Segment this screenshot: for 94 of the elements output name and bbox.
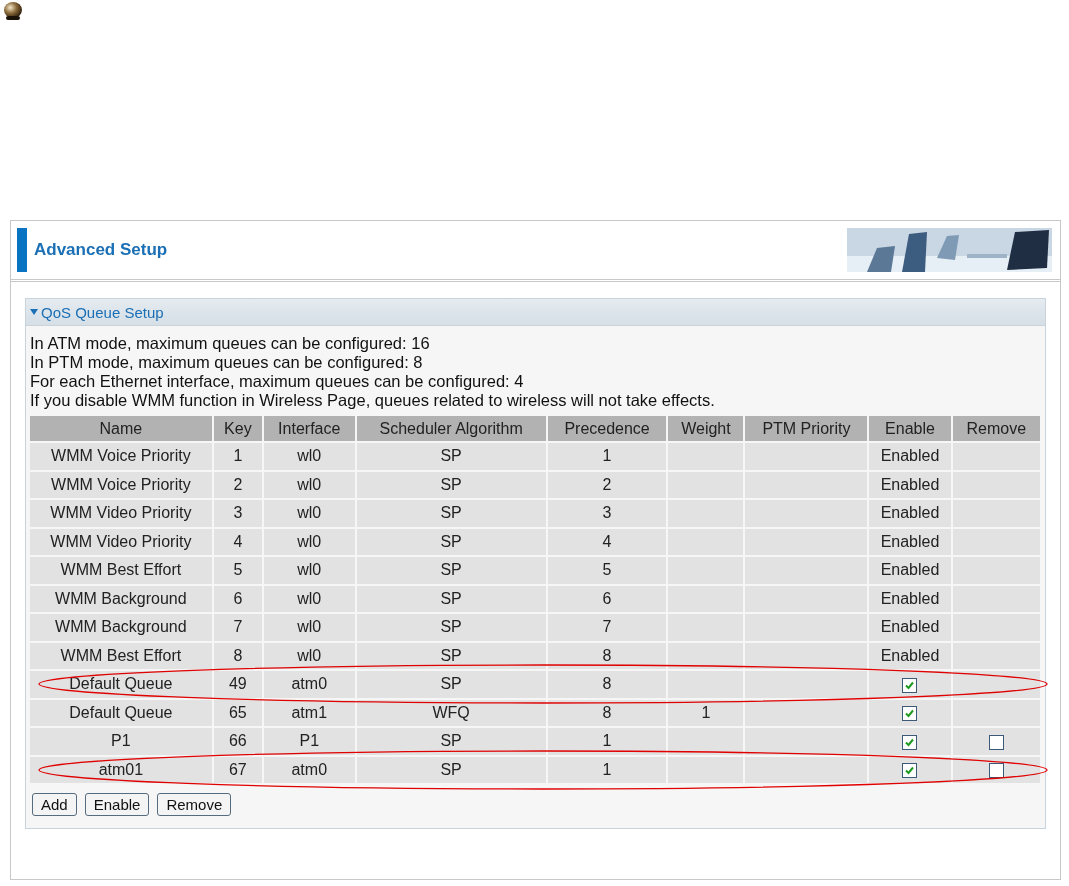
table-cell: SP bbox=[356, 443, 546, 470]
table-cell: wl0 bbox=[264, 528, 355, 555]
table-cell: SP bbox=[356, 671, 546, 698]
table-cell: 6 bbox=[213, 585, 262, 612]
table-cell: 5 bbox=[213, 557, 262, 584]
table-cell: wl0 bbox=[264, 642, 355, 669]
info-text: If you disable WMM function in Wireless Page, queues related to wireless will not take effects. bbox=[30, 391, 716, 410]
table-cell: 3 bbox=[213, 500, 262, 527]
section-header[interactable]: QoS Queue Setup bbox=[26, 299, 1045, 326]
table-cell: 8 bbox=[547, 642, 667, 669]
bullet-icon bbox=[3, 1, 23, 21]
table-cell: WMM Video Priority bbox=[30, 528, 212, 555]
action-button[interactable]: Remove bbox=[157, 793, 232, 816]
table-cell: atm0 bbox=[264, 756, 355, 783]
table-cell: 8 bbox=[547, 699, 667, 726]
table-cell: SP bbox=[356, 585, 546, 612]
table-cell: WMM Video Priority bbox=[30, 500, 212, 527]
table-cell: WMM Background bbox=[30, 614, 212, 641]
info-text: In ATM mode, maximum queues can be configured: 16 bbox=[30, 334, 431, 353]
table-cell: Enabled bbox=[869, 614, 951, 641]
info-text: For each Ethernet interface, maximum queues can be configured: 4 bbox=[30, 372, 525, 391]
remove-checkbox[interactable] bbox=[988, 734, 1004, 750]
table-cell: wl0 bbox=[264, 471, 355, 498]
table-cell: P1 bbox=[264, 728, 355, 755]
table-cell: 1 bbox=[547, 443, 667, 470]
table-cell: 7 bbox=[547, 614, 667, 641]
table-cell: 6 bbox=[547, 585, 667, 612]
table-cell: Enabled bbox=[869, 471, 951, 498]
enable-checkbox[interactable] bbox=[902, 734, 918, 750]
table-cell: SP bbox=[356, 500, 546, 527]
table-cell: WMM Background bbox=[30, 585, 212, 612]
table-cell: wl0 bbox=[264, 585, 355, 612]
table-cell: 65 bbox=[213, 699, 262, 726]
table-cell: Enabled bbox=[869, 443, 951, 470]
column-header: Interface bbox=[264, 416, 355, 441]
table-cell: SP bbox=[356, 557, 546, 584]
table-cell: WFQ bbox=[356, 699, 546, 726]
table-cell: 4 bbox=[547, 528, 667, 555]
column-header: Weight bbox=[668, 416, 744, 441]
table-cell: 2 bbox=[213, 471, 262, 498]
column-header: Key bbox=[213, 416, 262, 441]
table-cell: 2 bbox=[547, 471, 667, 498]
table-cell: Enabled bbox=[869, 557, 951, 584]
table-cell: 49 bbox=[213, 671, 262, 698]
table-cell: wl0 bbox=[264, 443, 355, 470]
page-title: Advanced Setup bbox=[34, 240, 169, 260]
table-cell: Default Queue bbox=[30, 699, 212, 726]
table-cell: WMM Voice Priority bbox=[30, 443, 212, 470]
accent-bar bbox=[17, 228, 27, 272]
enable-checkbox[interactable] bbox=[902, 706, 918, 721]
table-cell: 4 bbox=[213, 528, 262, 555]
table-cell: Enabled bbox=[869, 642, 951, 669]
table-cell: 3 bbox=[547, 500, 667, 527]
action-button[interactable]: Add bbox=[32, 793, 77, 816]
table-cell: atm1 bbox=[264, 699, 355, 726]
action-button[interactable]: Enable bbox=[84, 793, 150, 816]
table-cell: P1 bbox=[30, 728, 212, 755]
enable-checkbox[interactable] bbox=[902, 677, 918, 693]
table-cell: 7 bbox=[213, 614, 262, 641]
table-cell: 1 bbox=[213, 443, 262, 470]
table-cell: SP bbox=[356, 642, 546, 669]
table-cell: 5 bbox=[547, 557, 667, 584]
table-cell: wl0 bbox=[264, 557, 355, 584]
table-cell: SP bbox=[356, 756, 546, 783]
remove-checkbox[interactable] bbox=[988, 763, 1004, 778]
column-header: PTM Priority bbox=[745, 416, 868, 441]
table-cell: 8 bbox=[213, 642, 262, 669]
column-header: Enable bbox=[869, 416, 951, 441]
table-cell: 1 bbox=[668, 699, 744, 726]
table-cell: wl0 bbox=[264, 614, 355, 641]
table-cell: SP bbox=[356, 471, 546, 498]
table-cell: WMM Best Effort bbox=[30, 557, 212, 584]
column-header: Precedence bbox=[547, 416, 667, 441]
table-cell: 66 bbox=[213, 728, 262, 755]
table-cell: WMM Best Effort bbox=[30, 642, 212, 669]
enable-checkbox[interactable] bbox=[902, 763, 918, 778]
table-cell: 1 bbox=[547, 728, 667, 755]
table-cell: wl0 bbox=[264, 500, 355, 527]
table-cell: WMM Voice Priority bbox=[30, 471, 212, 498]
table-cell: 67 bbox=[213, 756, 262, 783]
table-cell: SP bbox=[356, 614, 546, 641]
table-cell: 1 bbox=[547, 756, 667, 783]
table-cell: Enabled bbox=[869, 500, 951, 527]
table-cell: SP bbox=[356, 728, 546, 755]
section-title: QoS Queue Setup bbox=[41, 303, 164, 321]
column-header: Name bbox=[30, 416, 212, 441]
info-text: In PTM mode, maximum queues can be configured: 8 bbox=[30, 353, 424, 372]
column-header: Scheduler Algorithm bbox=[356, 416, 546, 441]
column-header: Remove bbox=[952, 416, 1040, 441]
table-cell: Enabled bbox=[869, 528, 951, 555]
table-cell: 8 bbox=[547, 671, 667, 698]
table-cell: Enabled bbox=[869, 585, 951, 612]
table-cell: SP bbox=[356, 528, 546, 555]
table-cell: atm0 bbox=[264, 671, 355, 698]
